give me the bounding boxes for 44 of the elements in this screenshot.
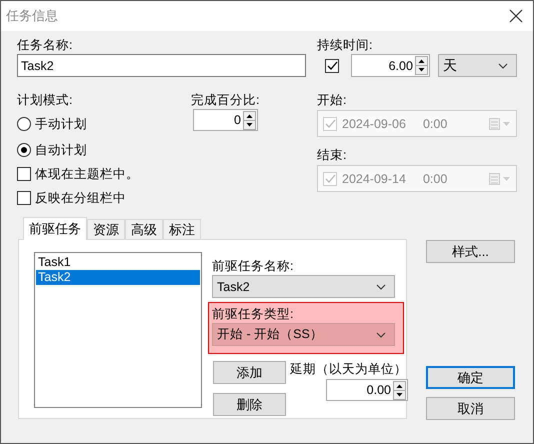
schedule-mode-label: 计划模式: [17, 92, 74, 108]
unit-dropdown[interactable]: 天 [438, 54, 517, 77]
dialog-button[interactable]: 样式... [426, 240, 515, 263]
spin-arrows-icon[interactable] [414, 56, 428, 75]
predecessor-type-dropdown[interactable]: 开始 - 开始（SS） [212, 323, 395, 346]
window-title: 任务信息 [6, 7, 58, 25]
chevron-down-icon[interactable] [376, 332, 386, 338]
finish-label: 结束: [317, 147, 348, 163]
percent-complete-label: 完成百分比: [191, 92, 260, 108]
checkbox[interactable] [17, 167, 31, 181]
checkbox-label: 反映在分组栏中 [35, 190, 126, 206]
percent-spin-field[interactable]: 0 [193, 109, 258, 131]
lag-spin-field[interactable]: 0.00 [326, 379, 408, 401]
list-item[interactable]: Task1 [36, 255, 200, 270]
radio-label: 手动计划 [35, 116, 87, 132]
task-name-field[interactable]: Task2 [17, 54, 306, 77]
close-icon[interactable] [509, 9, 523, 23]
tab[interactable]: 标注 [163, 219, 201, 239]
start-label: 开始: [317, 92, 348, 108]
checkbox-label: 体现在主题栏中。 [35, 166, 139, 182]
predecessor-name-label: 前驱任务名称: [212, 258, 294, 274]
dialog-button[interactable]: 取消 [426, 397, 515, 420]
delete-button[interactable]: 删除 [213, 393, 286, 416]
duration-label: 持续时间: [317, 37, 374, 53]
lag-label: 延期（以天为单位） [290, 361, 407, 378]
task-name-label: 任务名称: [17, 37, 74, 53]
spin-arrows-icon[interactable] [393, 380, 406, 400]
tab[interactable]: 高级 [125, 219, 163, 239]
radio-button[interactable] [17, 143, 31, 157]
predecessor-name-dropdown[interactable]: Task2 [212, 275, 395, 298]
spin-arrows-icon[interactable] [243, 110, 256, 130]
chevron-down-icon[interactable] [498, 62, 508, 68]
predecessor-type-label: 前驱任务类型: [212, 306, 294, 322]
add-button[interactable]: 添加 [213, 361, 286, 384]
radio-button[interactable] [17, 117, 31, 131]
duration-spin-field[interactable]: 6.00 [351, 54, 430, 77]
list-item[interactable]: Task2 [36, 270, 200, 285]
checkbox[interactable] [17, 191, 31, 205]
tab[interactable]: 资源 [87, 219, 125, 239]
radio-label: 自动计划 [35, 142, 87, 158]
chevron-down-icon[interactable] [376, 284, 386, 290]
tab[interactable]: 前驱任务 [23, 217, 87, 240]
dialog-button[interactable]: 确定 [426, 366, 515, 389]
duration-checkbox[interactable] [325, 58, 339, 72]
